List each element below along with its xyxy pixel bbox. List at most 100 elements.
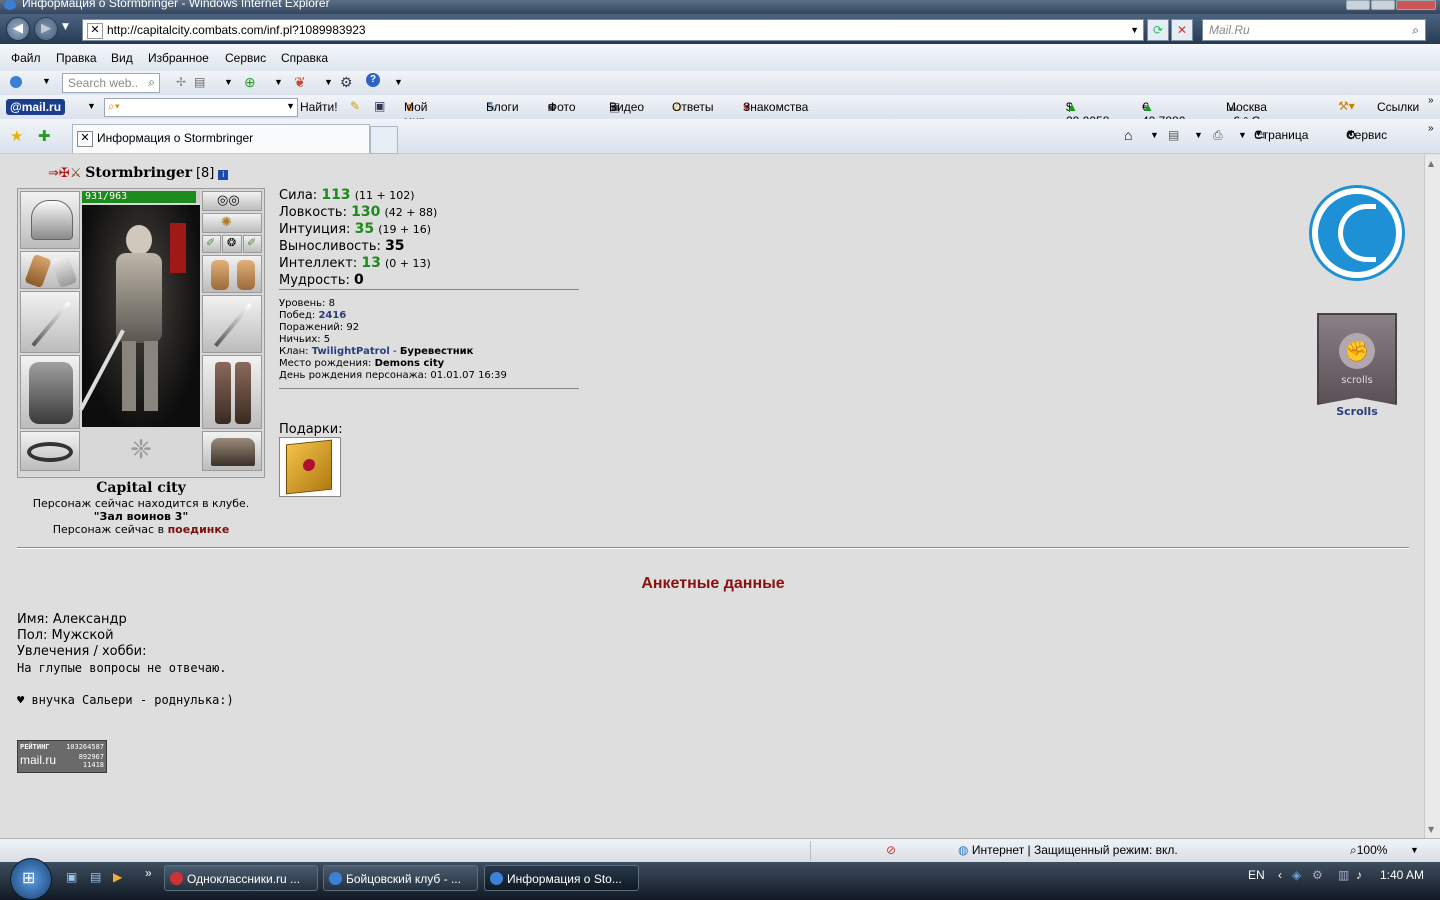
history-dropdown-icon[interactable]: ▼ xyxy=(62,22,69,32)
pin-icon[interactable]: ✢ xyxy=(176,75,186,89)
home-icon[interactable]: ⌂ xyxy=(1124,127,1132,143)
gloves-slot[interactable] xyxy=(202,255,262,293)
search-field[interactable]: Mail.Ru ⌕ xyxy=(1202,19,1426,41)
toolbar-dropdown-icon[interactable]: ▼ xyxy=(394,77,403,87)
ie-toolbar-icon[interactable] xyxy=(10,76,24,90)
minimize-button[interactable] xyxy=(1346,0,1370,10)
task-combats[interactable]: Бойцовский клуб - ... xyxy=(323,865,478,891)
links-button[interactable]: Ссылки xyxy=(1377,100,1419,114)
toolbar-dropdown-icon[interactable]: ▼ xyxy=(274,77,283,87)
mailru-logo[interactable]: @mail.ru xyxy=(6,99,66,115)
ring-slot-2[interactable]: ❂ xyxy=(222,235,242,253)
search-icon[interactable]: ⌕ xyxy=(1412,20,1419,40)
clan-link[interactable]: TwilightPatrol xyxy=(312,346,390,357)
earrings-slot[interactable]: ◎◎ xyxy=(202,191,262,211)
find-button[interactable]: Найти! xyxy=(300,100,338,114)
address-field[interactable]: ✕ http://capitalcity.combats.com/inf.pl?… xyxy=(82,19,1144,41)
menu-file[interactable]: Файл xyxy=(11,51,41,65)
fight-link[interactable]: поединке xyxy=(168,523,230,536)
add-icon[interactable]: ⊕ xyxy=(244,74,256,91)
armor-slot[interactable] xyxy=(20,355,80,429)
gift-item[interactable] xyxy=(279,437,341,497)
add-favorites-icon[interactable]: ✚ xyxy=(38,127,51,145)
rating-counter[interactable]: РЕЙТИНГ 103264587 892967 11418 mail.ru xyxy=(17,740,107,773)
menu-help[interactable]: Справка xyxy=(281,51,328,65)
task-info[interactable]: Информация о Sto... xyxy=(484,865,639,891)
magnifier-icon[interactable]: ⌕ xyxy=(148,75,155,90)
switch-windows-icon[interactable]: ▤ xyxy=(90,870,101,884)
menu-favorites[interactable]: Избранное xyxy=(148,51,209,65)
chevron-icon[interactable]: » xyxy=(1428,95,1434,106)
refresh-button[interactable]: ⟳ xyxy=(1147,19,1169,41)
security-zone[interactable]: ◍ Интернет | Защищенный режим: вкл. xyxy=(958,843,1178,857)
belt-slot[interactable] xyxy=(20,431,80,471)
settings-icon[interactable]: ⚙ xyxy=(340,74,353,91)
toolbar-search-input[interactable]: Search web.. ⌕ xyxy=(62,73,160,93)
clan-badge[interactable]: ✊ scrolls xyxy=(1309,311,1405,407)
menu-edit[interactable]: Правка xyxy=(56,51,97,65)
tray-icon[interactable]: ⚙ xyxy=(1312,868,1323,882)
volume-icon[interactable]: ♪ xyxy=(1356,868,1362,882)
start-button[interactable]: ⊞ xyxy=(10,858,52,900)
toolbar-dropdown-icon[interactable]: ▼ xyxy=(224,77,233,87)
network-icon[interactable]: ▥ xyxy=(1338,868,1349,882)
toolbar-options-icon[interactable]: ⚒▾ xyxy=(1338,99,1355,113)
zoom-control[interactable]: ⌕100% xyxy=(1350,843,1387,858)
highlight-icon[interactable]: ✎ xyxy=(350,99,360,113)
tab-current[interactable]: ✕ Информация о Stormbringer xyxy=(72,124,370,153)
scroll-up-icon[interactable]: ▲ xyxy=(1428,159,1434,168)
favorites-star-icon[interactable]: ★ xyxy=(10,127,23,145)
address-dropdown-icon[interactable]: ▼ xyxy=(1130,20,1139,40)
scroll-down-icon[interactable]: ▼ xyxy=(1428,825,1434,834)
ring-slot-1[interactable]: ✐ xyxy=(202,235,221,253)
tray-chevron-icon[interactable]: ‹ xyxy=(1278,868,1282,882)
page-icon[interactable]: ▤ xyxy=(194,75,205,89)
stop-button[interactable]: ✕ xyxy=(1171,19,1193,41)
wins-link[interactable]: 2416 xyxy=(318,310,346,321)
search-dropdown-icon[interactable]: ▼ xyxy=(286,101,295,111)
back-button[interactable]: ◀ xyxy=(6,17,30,41)
new-tab-button[interactable] xyxy=(370,126,398,154)
maximize-button[interactable] xyxy=(1371,0,1395,10)
forward-button[interactable]: ▶ xyxy=(34,17,58,41)
media-player-icon[interactable]: ▶ xyxy=(113,870,122,884)
clan-badge-link[interactable]: Scrolls xyxy=(1336,405,1378,418)
language-indicator[interactable]: EN xyxy=(1248,868,1265,882)
print-icon[interactable]: ⎙ xyxy=(1213,128,1223,143)
tray-icon[interactable]: ◈ xyxy=(1292,868,1301,882)
menu-view[interactable]: Вид xyxy=(111,51,133,65)
chevron-icon[interactable]: » xyxy=(1428,123,1434,134)
butterfly-icon[interactable]: ❦ xyxy=(294,74,306,91)
info-icon[interactable]: i xyxy=(218,170,229,180)
task-odnoklassniki[interactable]: Одноклассники.ru ... xyxy=(164,865,318,891)
close-window-button[interactable] xyxy=(1396,0,1436,10)
right-weapon-slot[interactable] xyxy=(202,295,262,353)
amulet-slot[interactable]: ✺ xyxy=(202,213,262,233)
feeds-icon[interactable]: ▤ xyxy=(1168,128,1179,142)
divider xyxy=(279,388,579,389)
bracers-slot[interactable] xyxy=(20,251,80,289)
print-dropdown-icon[interactable]: ▼ xyxy=(1238,130,1247,140)
clock[interactable]: 1:40 AM xyxy=(1380,868,1424,882)
feeds-dropdown-icon[interactable]: ▼ xyxy=(1194,130,1203,140)
home-dropdown-icon[interactable]: ▼ xyxy=(1150,130,1159,140)
zoom-page-icon[interactable]: ▣ xyxy=(374,99,385,113)
vertical-scrollbar[interactable]: ▲ ▼ xyxy=(1424,155,1440,838)
menu-tools[interactable]: Сервис xyxy=(225,51,266,65)
leggings-slot[interactable] xyxy=(202,355,262,429)
stat-value: 0 xyxy=(354,272,364,288)
popup-blocker-icon[interactable]: ⊘ xyxy=(886,843,896,857)
ring-slot-3[interactable]: ✐ xyxy=(243,235,262,253)
helmet-slot[interactable] xyxy=(20,191,80,249)
logo-dropdown-icon[interactable]: ▼ xyxy=(87,101,96,111)
boots-slot[interactable] xyxy=(202,431,262,471)
quicklaunch-chevron-icon[interactable]: » xyxy=(145,866,152,880)
toolbar-dropdown-icon[interactable]: ▼ xyxy=(42,76,51,86)
show-desktop-icon[interactable]: ▣ xyxy=(66,870,77,884)
mailru-search-input[interactable]: ⌕▾ ▼ xyxy=(104,98,298,117)
left-weapon-slot[interactable] xyxy=(20,291,80,353)
toolbar-dropdown-icon[interactable]: ▼ xyxy=(324,77,333,87)
help-icon[interactable]: ? xyxy=(366,73,380,87)
zoom-dropdown-icon[interactable]: ▼ xyxy=(1410,845,1419,855)
alignment-badge-icon[interactable] xyxy=(1309,185,1405,281)
